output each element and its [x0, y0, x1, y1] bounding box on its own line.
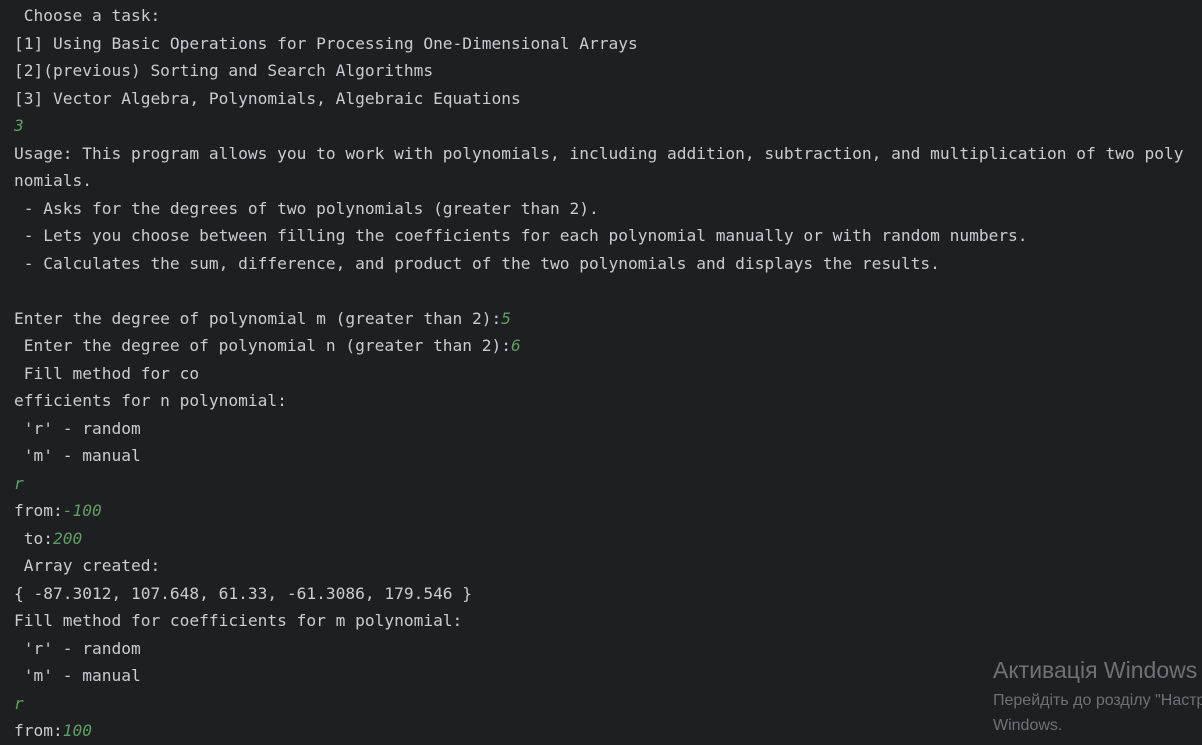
console-line: from:100 — [14, 717, 92, 744]
console-output-text: Array created: — [14, 556, 161, 575]
console-line: Enter the degree of polynomial n (greate… — [14, 332, 521, 359]
user-input-text: 3 — [14, 116, 24, 135]
console-output-text: Enter the degree of polynomial m (greate… — [14, 308, 502, 328]
console-output-text: Choose a task: — [14, 6, 161, 25]
user-input-text: -100 — [62, 501, 102, 520]
console-output-text: Fill method for coefficients for m polyn… — [14, 611, 463, 630]
console-line: efficients for n polynomial: — [14, 387, 287, 414]
windows-activation-watermark: Активація Windows Перейдіть до розділу "… — [993, 652, 1202, 738]
console-line: nomials. — [14, 167, 92, 194]
console-output-text: 'r' - random — [14, 418, 141, 438]
console-line: r — [14, 690, 24, 717]
console-output-text: - Lets you choose between filling the co… — [14, 226, 1028, 245]
watermark-subtitle-2: Windows. — [993, 717, 1063, 734]
console-output-text: Usage: This program allows you to work w… — [14, 143, 1184, 163]
console-output-text: [1] Using Basic Operations for Processin… — [14, 33, 638, 53]
console-output-text: Fill method for co — [14, 363, 200, 383]
console-output-text: [3] Vector Algebra, Polynomials, Algebra… — [14, 88, 521, 108]
console-line: 'm' - manual — [14, 442, 141, 469]
user-input-text: 100 — [62, 721, 92, 740]
console-line: - Asks for the degrees of two polynomial… — [14, 195, 599, 222]
user-input-text: 5 — [501, 308, 512, 328]
console-line: from:-100 — [14, 497, 102, 524]
console-output-text: { -87.3012, 107.648, 61.33, -61.3086, 17… — [14, 583, 473, 603]
user-input-text: r — [14, 473, 24, 493]
console-output-text: [2](previous) Sorting and Search Algorit… — [14, 61, 434, 80]
console-line: - Lets you choose between filling the co… — [14, 222, 1028, 249]
console-output-text: efficients for n polynomial: — [14, 391, 287, 410]
console-line: 'm' - manual — [14, 662, 141, 689]
console-output-text: 'r' - random — [14, 638, 141, 658]
console-output-text: to: — [14, 528, 53, 548]
console-output-text: nomials. — [14, 171, 92, 190]
console-output-text: - Calculates the sum, difference, and pr… — [14, 253, 940, 273]
console-output-text: from: — [14, 501, 63, 520]
console-line: [2](previous) Sorting and Search Algorit… — [14, 57, 433, 84]
console-line: - Calculates the sum, difference, and pr… — [14, 250, 940, 277]
console-output[interactable]: Choose a task: [1] Using Basic Operations… — [0, 0, 1202, 745]
console-line: Fill method for coefficients for m polyn… — [14, 607, 462, 634]
console-line: 'r' - random — [14, 415, 141, 442]
console-line: Usage: This program allows you to work w… — [14, 140, 1183, 167]
console-line: r — [14, 470, 24, 497]
console-line: { -87.3012, 107.648, 61.33, -61.3086, 17… — [14, 580, 472, 607]
console-line: [1] Using Basic Operations for Processin… — [14, 30, 638, 57]
console-line: Fill method for co — [14, 360, 199, 387]
user-input-text: r — [14, 693, 24, 713]
console-line: Array created: — [14, 552, 160, 579]
console-output-text: 'm' - manual — [14, 666, 141, 685]
watermark-subtitle: Перейдіть до розділу "Настройки", щоб ак… — [993, 692, 1202, 709]
console-line: 'r' - random — [14, 635, 141, 662]
watermark-title: Активація Windows — [993, 657, 1198, 683]
console-output-text: - Asks for the degrees of two polynomial… — [14, 198, 599, 218]
user-input-text: 6 — [511, 336, 521, 355]
console-line: Choose a task: — [14, 2, 160, 29]
console-output-text: Enter the degree of polynomial n (greate… — [14, 336, 512, 355]
console-line: Enter the degree of polynomial m (greate… — [14, 305, 511, 332]
user-input-text: 200 — [52, 528, 83, 548]
console-output-text: from: — [14, 721, 63, 740]
console-line: [3] Vector Algebra, Polynomials, Algebra… — [14, 85, 521, 112]
console-line: to:200 — [14, 525, 83, 552]
console-line: 3 — [14, 112, 24, 139]
console-output-text: 'm' - manual — [14, 446, 141, 465]
